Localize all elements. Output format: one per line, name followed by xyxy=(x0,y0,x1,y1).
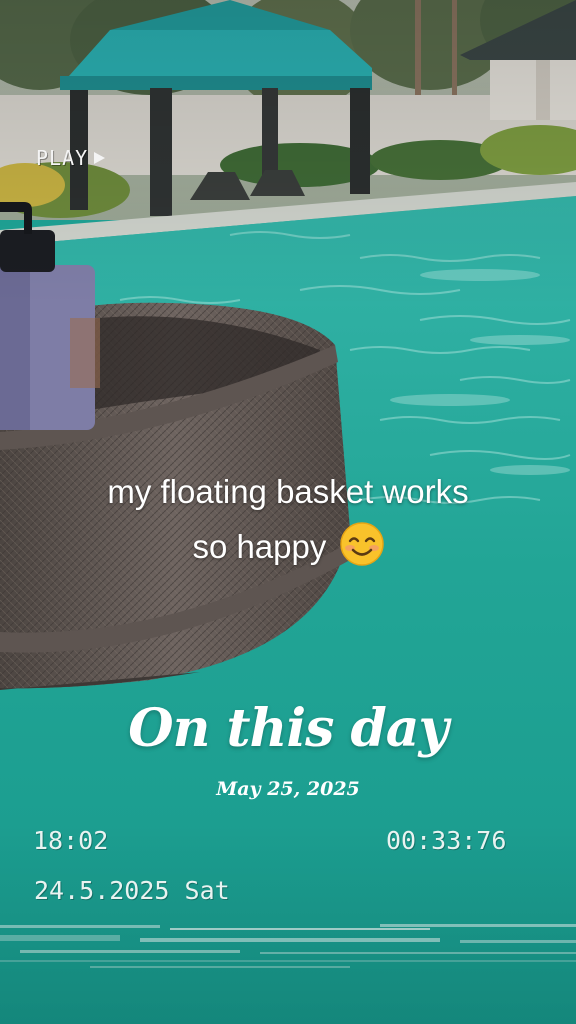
play-indicator: PLAY xyxy=(36,146,106,170)
date-stamp: 24.5.2025 Sat xyxy=(34,876,230,905)
video-frame: PLAY my floating basket works so happy O… xyxy=(0,0,576,1024)
caption-line-1: my floating basket works xyxy=(107,473,469,510)
caption: my floating basket works so happy xyxy=(0,464,576,574)
play-label: PLAY xyxy=(36,146,89,170)
elapsed-timecode: 00:33:76 xyxy=(386,826,507,855)
caption-line-2-wrap: so happy xyxy=(0,519,576,574)
smiling-face-emoji xyxy=(339,522,384,566)
caption-line-2: so happy xyxy=(192,528,327,565)
memory-title: On this day xyxy=(128,698,448,759)
recording-time: 18:02 xyxy=(33,826,109,855)
play-icon xyxy=(94,152,106,164)
memory-date: May 25, 2025 xyxy=(216,778,360,800)
